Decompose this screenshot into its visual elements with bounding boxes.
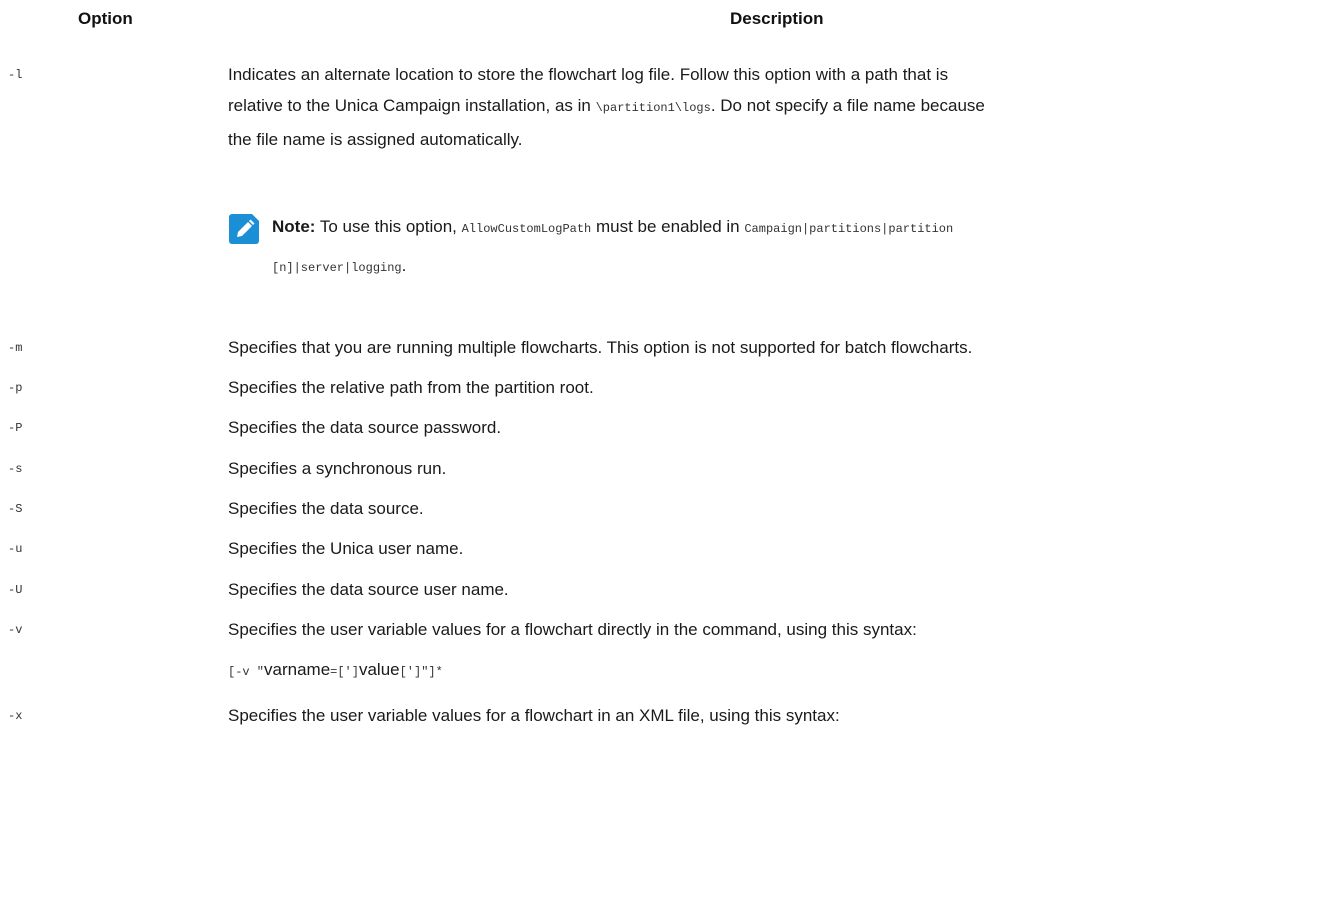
description-line: relative to the Unica Campaign installat… bbox=[228, 90, 1313, 124]
option-cell: -x bbox=[8, 709, 23, 723]
option-cell: -l bbox=[8, 68, 23, 82]
syntax-line: [-v "varname=[']value[']"]* bbox=[228, 660, 443, 680]
description-cell: Specifies the data source user name. bbox=[228, 580, 509, 599]
note-text-line2: [n]|server|logging. bbox=[272, 250, 406, 284]
description-cell: Specifies the Unica user name. bbox=[228, 539, 464, 558]
option-cell: -m bbox=[8, 341, 23, 355]
description-line: Indicates an alternate location to store… bbox=[228, 65, 949, 84]
option-cell: -P bbox=[8, 421, 23, 435]
option-column-header: Option bbox=[78, 9, 133, 28]
note-text-part: must be enabled in bbox=[591, 217, 745, 236]
syntax-code: =['] bbox=[330, 665, 359, 679]
option-cell: -U bbox=[8, 583, 23, 597]
option-cell: -p bbox=[8, 381, 23, 395]
option-cell: -u bbox=[8, 542, 23, 556]
table-header: Option Description bbox=[0, 9, 1318, 31]
pencil-note-icon bbox=[229, 214, 259, 244]
description-cell: Specifies the user variable values for a… bbox=[228, 706, 840, 725]
path-code: \partition1\logs bbox=[595, 101, 711, 115]
description-cell: Specifies that you are running multiple … bbox=[228, 338, 973, 357]
description-cell: Specifies the user variable values for a… bbox=[228, 620, 917, 639]
syntax-word: varname bbox=[264, 660, 331, 679]
config-path-code: [n]|server|logging bbox=[272, 261, 402, 275]
syntax-word: value bbox=[358, 660, 400, 679]
syntax-code: [-v " bbox=[228, 665, 265, 679]
note-label: Note: bbox=[272, 217, 316, 236]
description-column-header: Description bbox=[730, 9, 824, 28]
syntax-code: [']"]* bbox=[399, 665, 443, 679]
note-text-part: To use this option, bbox=[315, 217, 462, 236]
option-cell: -v bbox=[8, 623, 23, 637]
description-cell: Indicates an alternate location to store… bbox=[228, 59, 1313, 155]
config-path-code: Campaign|partitions|partition bbox=[744, 222, 954, 236]
description-cell: Specifies the data source. bbox=[228, 499, 424, 518]
description-cell: Specifies a synchronous run. bbox=[228, 459, 447, 478]
description-cell: Specifies the relative path from the par… bbox=[228, 378, 594, 397]
option-cell: -s bbox=[8, 462, 23, 476]
description-line: the file name is assigned automatically. bbox=[228, 130, 523, 149]
description-cell: Specifies the data source password. bbox=[228, 418, 502, 437]
option-cell: -S bbox=[8, 502, 23, 516]
description-text: . Do not specify a file name because bbox=[710, 96, 985, 115]
note-text: Note: To use this option, AllowCustomLog… bbox=[272, 211, 1312, 245]
description-text: relative to the Unica Campaign installat… bbox=[228, 96, 596, 115]
setting-code: AllowCustomLogPath bbox=[461, 222, 592, 236]
note-text-part: . bbox=[401, 256, 407, 275]
